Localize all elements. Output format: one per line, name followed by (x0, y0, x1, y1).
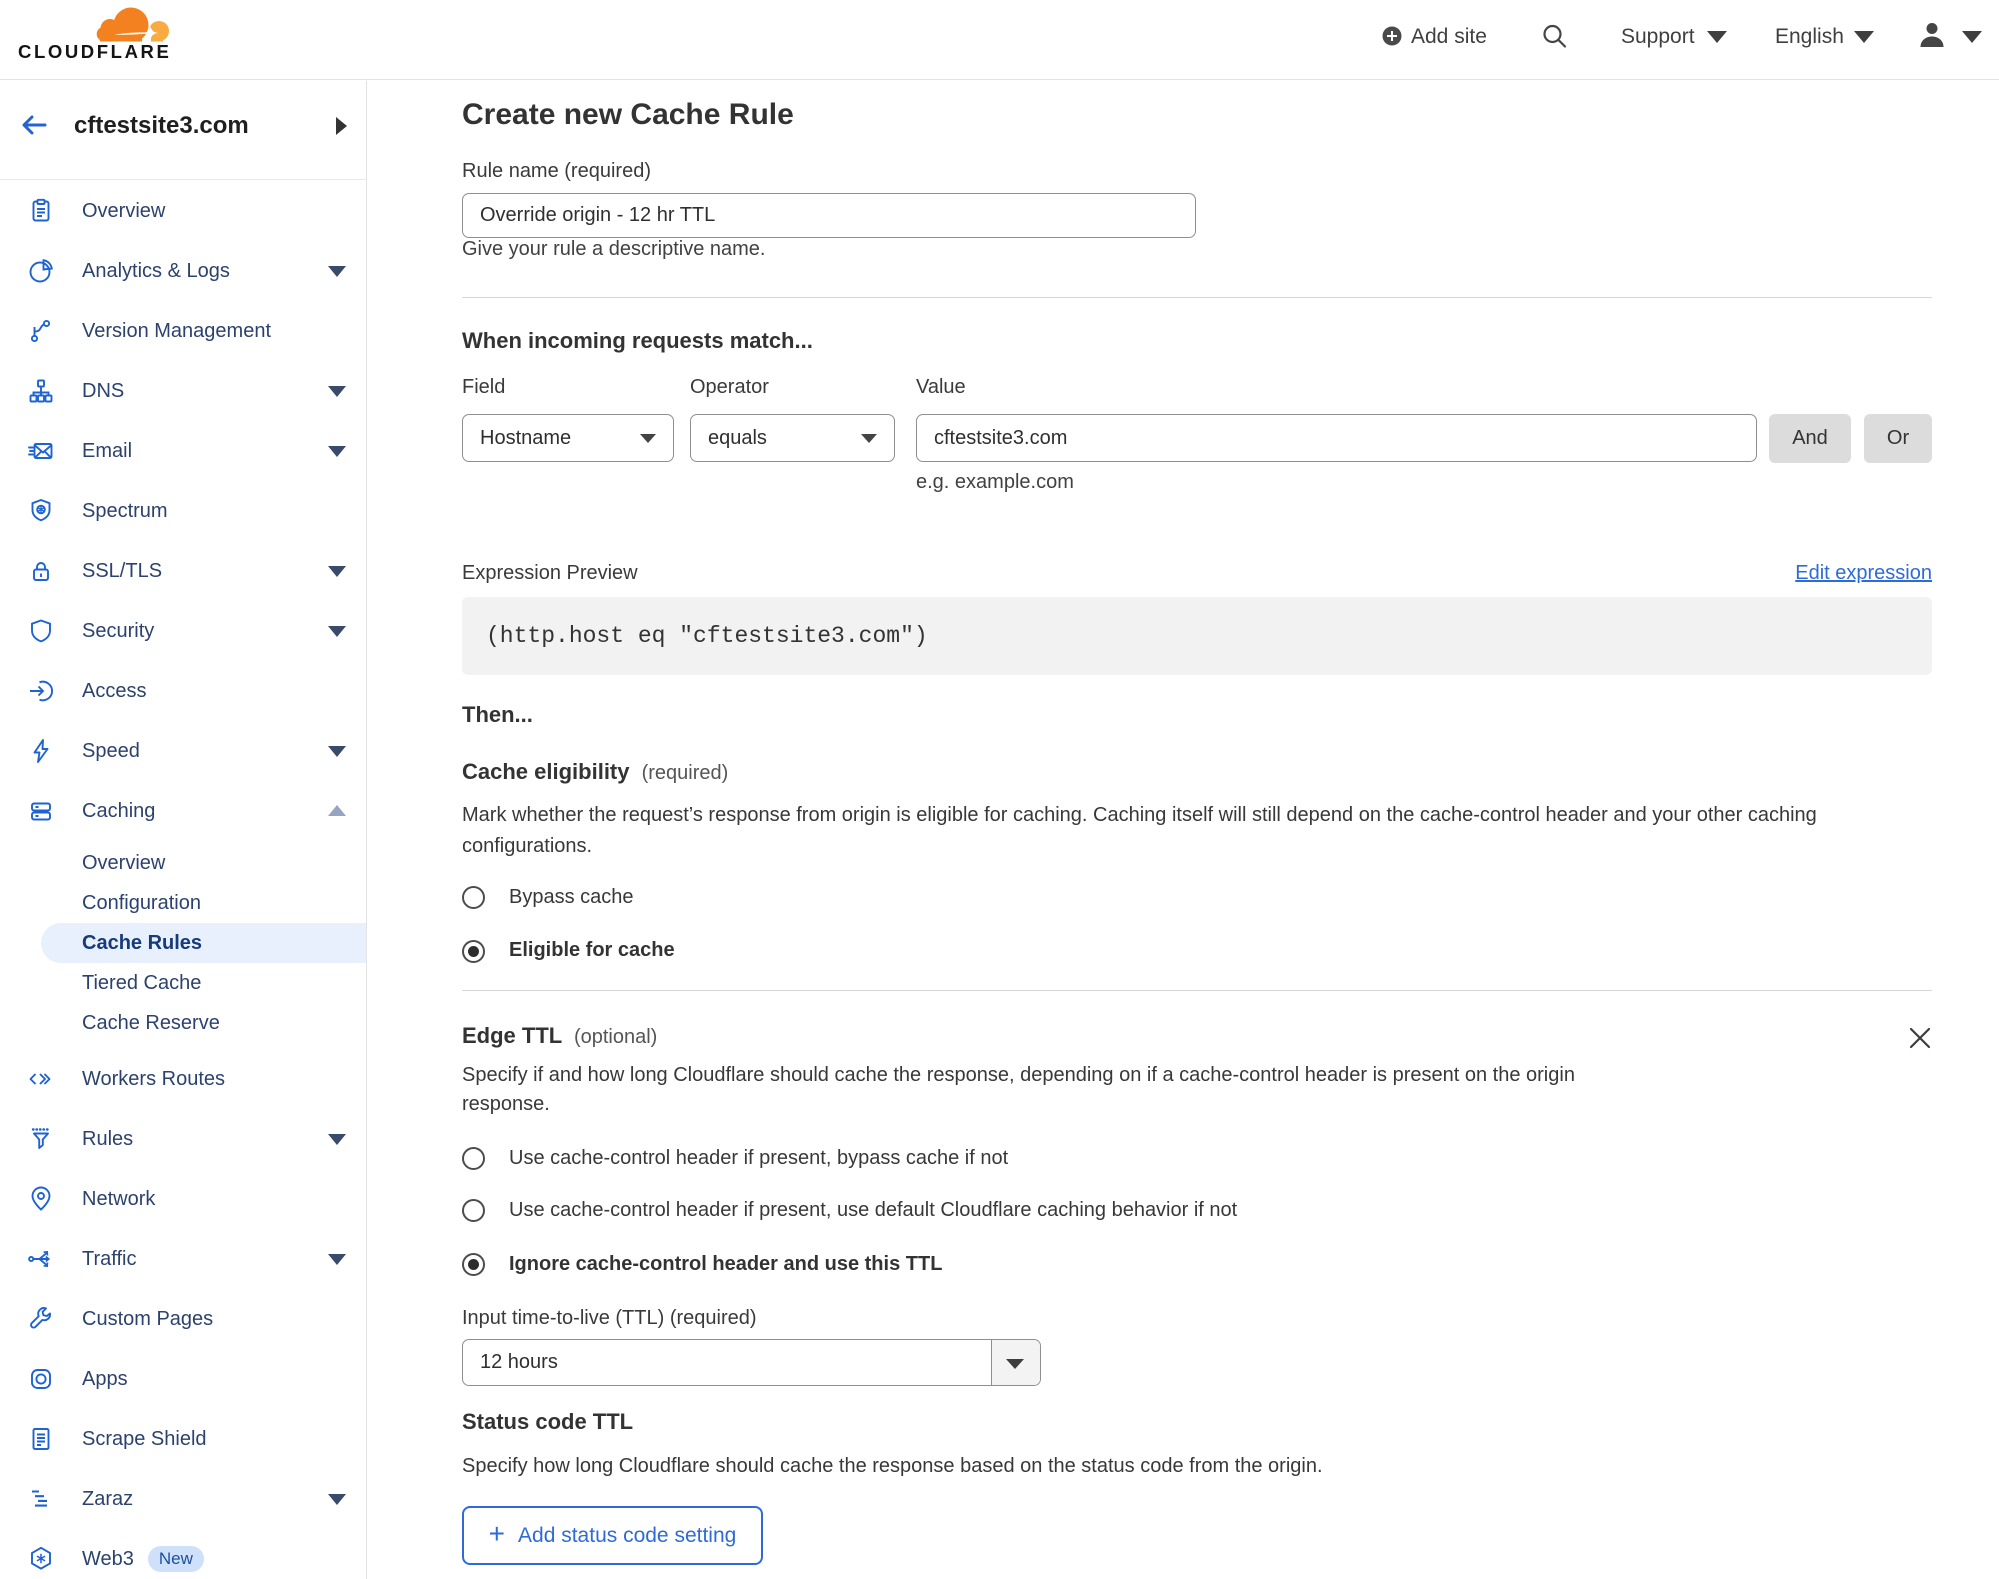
svg-text:CLOUDFLARE: CLOUDFLARE (18, 41, 171, 62)
